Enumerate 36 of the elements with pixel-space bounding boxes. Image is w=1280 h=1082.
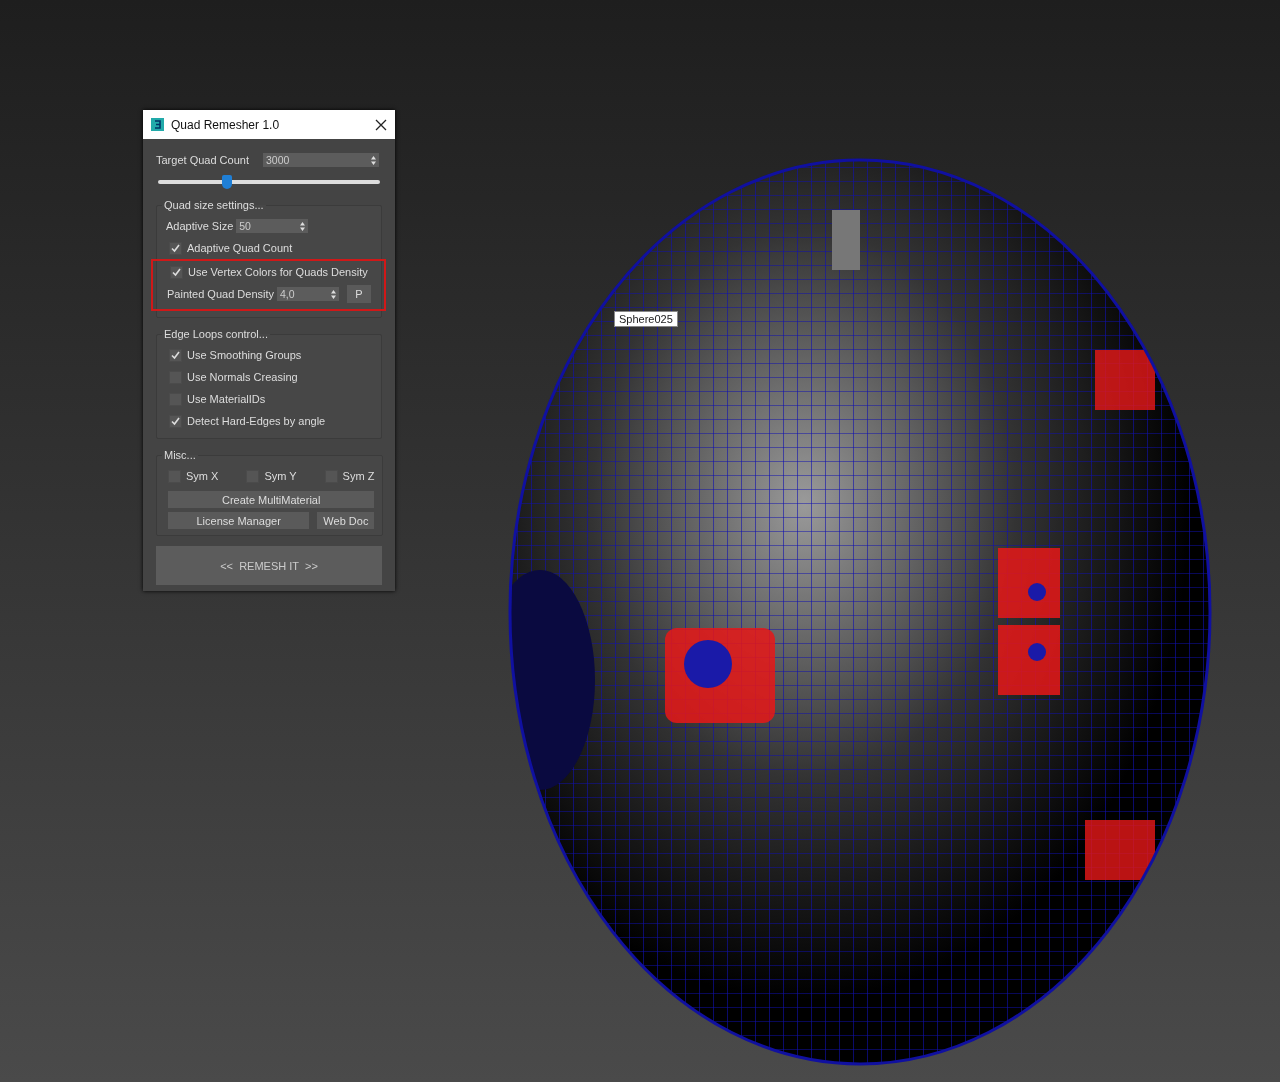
object-name-label: Sphere025 <box>614 311 678 327</box>
slider-thumb[interactable] <box>221 175 232 189</box>
p-button[interactable]: P <box>347 285 371 303</box>
checkbox-label: Use MaterialIDs <box>187 393 266 405</box>
checkbox[interactable] <box>169 241 182 255</box>
checkbox[interactable] <box>170 265 183 279</box>
remesh-button[interactable]: << REMESH IT >> <box>156 546 382 585</box>
slider[interactable] <box>158 175 380 189</box>
app-logo-icon <box>151 118 164 131</box>
field-label: Painted Quad Density <box>167 288 274 300</box>
checkbox-label: Detect Hard-Edges by angle <box>187 415 326 427</box>
spinner-field[interactable]: 4,0 <box>277 287 339 301</box>
window-title: Quad Remesher 1.0 <box>171 117 280 132</box>
checkbox-label: Sym X <box>186 470 219 482</box>
group-title: Edge Loops control... <box>163 328 269 340</box>
action-button[interactable]: Web Doc <box>317 512 375 529</box>
spin-arrows-icon[interactable] <box>300 221 306 231</box>
spinner-field[interactable]: 3000 <box>262 153 379 167</box>
spin-arrows-icon[interactable] <box>370 155 376 165</box>
spin-arrows-icon[interactable] <box>331 289 336 299</box>
checkbox-label: Use Smoothing Groups <box>187 349 302 361</box>
checkbox-label: Use Vertex Colors for Quads Density <box>188 266 368 278</box>
group-title: Misc... <box>163 449 197 461</box>
checkbox-label: Use Normals Creasing <box>187 371 298 383</box>
spinner-field[interactable]: 50 <box>236 219 309 233</box>
checkbox-label: Sym Y <box>264 470 297 482</box>
checkbox[interactable] <box>169 348 182 362</box>
checkbox-label: Adaptive Quad Count <box>187 242 293 254</box>
field-label: Target Quad Count <box>156 154 249 166</box>
checkbox-label: Sym Z <box>342 470 375 482</box>
action-button[interactable]: License Manager <box>168 512 310 529</box>
checkbox[interactable] <box>169 414 182 428</box>
close-icon[interactable] <box>375 118 387 131</box>
field-label: Adaptive Size <box>166 220 234 232</box>
action-button[interactable]: Create MultiMaterial <box>168 491 375 508</box>
group-title: Quad size settings... <box>163 199 265 211</box>
